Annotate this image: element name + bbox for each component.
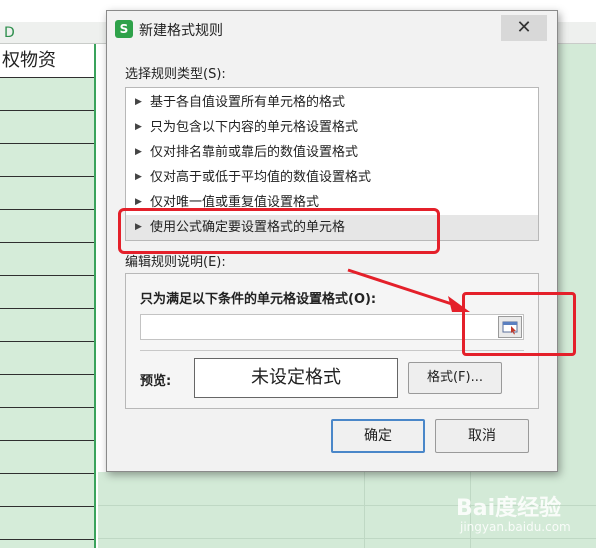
watermark-sub: jingyan.baidu.com xyxy=(460,520,571,534)
close-button[interactable]: ✕ xyxy=(501,15,547,41)
expand-triangle-icon: ▶ xyxy=(135,147,142,157)
sheet-cell[interactable] xyxy=(0,276,94,309)
dialog-title: 新建格式规则 xyxy=(139,23,223,39)
preview-label: 预览: xyxy=(140,374,172,389)
rule-type-label: 只为包含以下内容的单元格设置格式 xyxy=(150,120,359,135)
sheet-cell[interactable] xyxy=(0,507,94,540)
dialog-titlebar[interactable]: S 新建格式规则 ✕ xyxy=(107,11,557,47)
rule-type-item[interactable]: ▶ 仅对排名靠前或靠后的数值设置格式 xyxy=(126,140,538,165)
preview-box: 未设定格式 xyxy=(194,358,398,398)
rule-type-item[interactable]: ▶ 只为包含以下内容的单元格设置格式 xyxy=(126,115,538,140)
sheet-cell[interactable] xyxy=(0,111,94,144)
column-header-d[interactable]: D xyxy=(0,22,96,44)
annotation-highlight-rule xyxy=(118,208,440,254)
expand-triangle-icon: ▶ xyxy=(135,172,142,182)
sheet-cell[interactable] xyxy=(0,375,94,408)
rule-type-item[interactable]: ▶ 仅对高于或低于平均值的数值设置格式 xyxy=(126,165,538,190)
expand-triangle-icon: ▶ xyxy=(135,97,142,107)
rule-type-item[interactable]: ▶ 基于各自值设置所有单元格的格式 xyxy=(126,90,538,115)
sheet-cell[interactable] xyxy=(0,78,94,111)
format-button[interactable]: 格式(F)... xyxy=(408,362,502,394)
sheet-cell[interactable] xyxy=(0,474,94,507)
sheet-cell[interactable] xyxy=(0,210,94,243)
watermark-brand: Bai度经验 xyxy=(456,496,562,521)
select-rule-type-label: 选择规则类型(S): xyxy=(125,67,226,82)
cancel-button[interactable]: 取消 xyxy=(435,419,529,453)
rule-type-label: 基于各自值设置所有单元格的格式 xyxy=(150,95,346,110)
sheet-cell[interactable] xyxy=(0,177,94,210)
app-logo-icon: S xyxy=(115,20,133,38)
sheet-cell[interactable] xyxy=(0,144,94,177)
ok-button[interactable]: 确定 xyxy=(331,419,425,453)
header-cell[interactable]: 权物资 xyxy=(0,44,94,78)
sheet-cell[interactable] xyxy=(0,243,94,276)
sheet-cell[interactable] xyxy=(0,441,94,474)
expand-triangle-icon: ▶ xyxy=(135,122,142,132)
sheet-cell[interactable] xyxy=(0,309,94,342)
close-icon: ✕ xyxy=(516,17,532,38)
rule-type-label: 仅对排名靠前或靠后的数值设置格式 xyxy=(150,145,359,160)
sheet-cell[interactable] xyxy=(0,342,94,375)
rule-type-label: 仅对高于或低于平均值的数值设置格式 xyxy=(150,170,372,185)
annotation-arrow xyxy=(347,268,470,312)
sheet-cell[interactable] xyxy=(0,408,94,441)
selected-column-d[interactable]: 权物资 xyxy=(0,44,96,548)
baidu-watermark: Bai度经验 jingyan.baidu.com xyxy=(456,490,592,544)
